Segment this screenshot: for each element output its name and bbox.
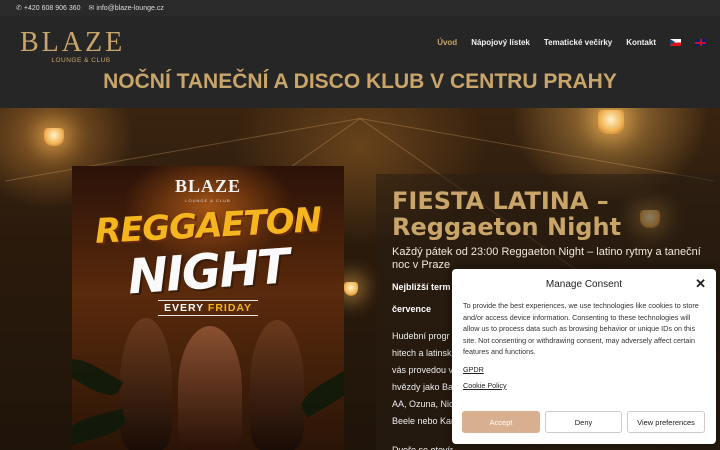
- poster-person: [178, 326, 242, 450]
- logo-wordmark: BLAZE: [20, 27, 126, 58]
- english-flag-icon[interactable]: [695, 39, 706, 46]
- nav-item-tematicke-vecirky[interactable]: Tematické večírky: [544, 38, 612, 47]
- phone-icon: ✆: [16, 5, 22, 12]
- event-title: FIESTA LATINA – Reggaeton Night: [392, 187, 622, 241]
- poster-every-friday: EVERY FRIDAY: [158, 300, 258, 316]
- consent-actions: Accept Deny View preferences: [462, 411, 705, 433]
- ceiling-beam: [359, 118, 715, 182]
- accept-button[interactable]: Accept: [462, 411, 540, 433]
- close-icon[interactable]: ✕: [695, 276, 706, 292]
- top-contact-bar: ✆ +420 608 906 360 ✉ info@blaze-lounge.c…: [0, 0, 720, 16]
- consent-description: To provide the best experiences, we use …: [463, 301, 699, 356]
- pendant-lamp: [598, 110, 624, 134]
- gdpr-link[interactable]: GPDR: [463, 365, 705, 374]
- pendant-lamp: [44, 128, 64, 146]
- poster-tag-day: FRIDAY: [207, 302, 253, 314]
- site-header: BLAZE LOUNGE & CLUB Úvod Nápojový lístek…: [0, 16, 720, 108]
- logo-tagline: LOUNGE & CLUB: [51, 57, 111, 64]
- event-poster[interactable]: BLAZE LOUNGE & CLUB REGGAETON NIGHT EVER…: [72, 166, 344, 450]
- poster-person: [120, 318, 172, 450]
- palm-leaf: [72, 408, 128, 446]
- view-preferences-button[interactable]: View preferences: [627, 411, 705, 433]
- mail-icon: ✉: [88, 5, 95, 12]
- email-contact[interactable]: ✉ info@blaze-lounge.cz: [88, 4, 164, 13]
- cookie-policy-link[interactable]: Cookie Policy: [463, 381, 705, 390]
- nav-item-uvod[interactable]: Úvod: [437, 38, 457, 47]
- poster-logo: BLAZE: [174, 176, 242, 196]
- deny-button[interactable]: Deny: [545, 411, 622, 433]
- site-logo[interactable]: BLAZE LOUNGE & CLUB: [20, 27, 126, 65]
- pendant-lamp: [344, 282, 358, 296]
- palm-leaf: [72, 352, 124, 402]
- consent-title: Manage Consent: [545, 279, 623, 290]
- nav-item-napojovy-listek[interactable]: Nápojový lístek: [471, 38, 530, 47]
- main-nav: Úvod Nápojový lístek Tematické večírky K…: [437, 38, 706, 47]
- poster-tag-prefix: EVERY: [163, 302, 208, 314]
- cookie-consent-dialog: Manage Consent ✕ To provide the best exp…: [452, 269, 716, 444]
- page-headline: NOČNÍ TANEČNÍ A DISCO KLUB V CENTRU PRAH…: [103, 70, 617, 93]
- phone-number: +420 608 906 360: [23, 4, 81, 12]
- phone-contact[interactable]: ✆ +420 608 906 360: [16, 4, 81, 13]
- nav-item-kontakt[interactable]: Kontakt: [626, 38, 656, 47]
- poster-person: [250, 320, 304, 450]
- czech-flag-icon[interactable]: [670, 39, 681, 46]
- email-address: info@blaze-lounge.cz: [96, 4, 164, 12]
